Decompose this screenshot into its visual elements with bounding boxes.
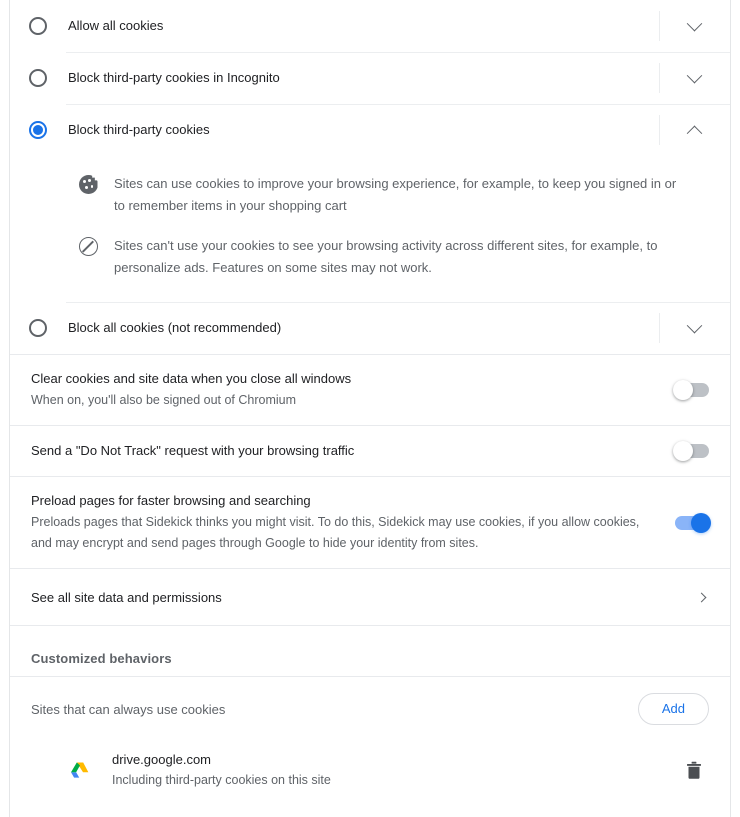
setting-text-do-not-track: Send a "Do Not Track" request with your … [31,441,675,461]
setting-row-clear-cookies-on-close[interactable]: Clear cookies and site data when you clo… [10,355,730,425]
description-item-cookies-use: Sites can use cookies to improve your br… [10,164,730,226]
toggle-do-not-track[interactable] [673,441,709,461]
setting-subtitle-clear-cookies-on-close: When on, you'll also be signed out of Ch… [31,393,297,407]
expand-toggle-allow-all-cookies[interactable] [659,0,730,52]
site-name: drive.google.com [112,752,211,767]
chevron-up-icon [686,125,703,141]
radio-row-block-all-cookies[interactable]: Block all cookies (not recommended) [10,302,730,354]
expanded-description-area: Sites can use cookies to improve your br… [10,156,730,302]
description-text-cookies-use: Sites can use cookies to improve your br… [114,176,677,213]
chevron-down-icon [686,317,703,333]
list-item[interactable]: drive.google.com Including third-party c… [10,741,730,799]
chevron-down-icon [686,67,703,83]
toggle-clear-cookies-on-close[interactable] [673,380,709,400]
arrow-right-icon [696,592,707,602]
setting-row-do-not-track[interactable]: Send a "Do Not Track" request with your … [10,426,730,476]
expand-toggle-block-third-party-incognito[interactable] [659,52,730,104]
trash-icon[interactable] [683,759,705,781]
setting-title-preload-pages: Preload pages for faster browsing and se… [31,493,311,508]
radio-button-block-third-party-cookies[interactable] [29,121,47,139]
setting-subtitle-preload-pages: Preloads pages that Sidekick thinks you … [31,515,640,550]
setting-row-preload-pages[interactable]: Preload pages for faster browsing and se… [10,477,730,568]
radio-label-block-all-cookies: Block all cookies (not recommended) [68,320,282,335]
settings-card: Allow all cookies Block third-party cook… [9,0,731,817]
row-sites-always-use-cookies: Sites that can always use cookies Add [10,677,730,741]
cookie-settings-radio-group: Allow all cookies Block third-party cook… [10,0,730,354]
collapse-toggle-block-third-party-cookies[interactable] [659,104,730,156]
expand-toggle-block-all-cookies[interactable] [659,302,730,354]
description-text-cookies-blocked: Sites can't use your cookies to see your… [114,238,658,275]
add-site-button[interactable]: Add [637,693,709,725]
radio-label-allow-all-cookies: Allow all cookies [68,18,164,33]
radio-button-block-all-cookies[interactable] [29,319,47,337]
radio-button-block-third-party-incognito[interactable] [29,69,47,87]
radio-label-block-third-party-incognito: Block third-party cookies in Incognito [68,70,280,85]
radio-row-allow-all-cookies[interactable]: Allow all cookies [10,0,730,52]
setting-title-clear-cookies-on-close: Clear cookies and site data when you clo… [31,371,352,386]
google-drive-icon [69,759,91,781]
radio-row-block-third-party-incognito[interactable]: Block third-party cookies in Incognito [10,52,730,104]
setting-text-clear-cookies-on-close: Clear cookies and site data when you clo… [31,369,675,411]
block-icon [68,235,108,256]
section-heading-customized-behaviors: Customized behaviors [31,651,172,666]
radio-button-allow-all-cookies[interactable] [29,17,47,35]
chevron-down-icon [686,15,703,31]
site-detail: Including third-party cookies on this si… [112,773,331,787]
radio-row-block-third-party-cookies[interactable]: Block third-party cookies [10,104,730,156]
radio-label-block-third-party-cookies: Block third-party cookies [68,122,210,137]
nav-label-see-all-site-data: See all site data and permissions [31,589,222,605]
cookie-icon [68,173,108,194]
description-item-cookies-blocked: Sites can't use your cookies to see your… [10,226,730,288]
setting-title-do-not-track: Send a "Do Not Track" request with your … [31,443,355,458]
setting-text-preload-pages: Preload pages for faster browsing and se… [31,491,675,554]
toggle-preload-pages[interactable] [675,512,711,533]
nav-row-see-all-site-data[interactable]: See all site data and permissions [10,569,730,625]
site-info: drive.google.com Including third-party c… [112,750,683,790]
label-sites-always-use-cookies: Sites that can always use cookies [31,701,226,717]
